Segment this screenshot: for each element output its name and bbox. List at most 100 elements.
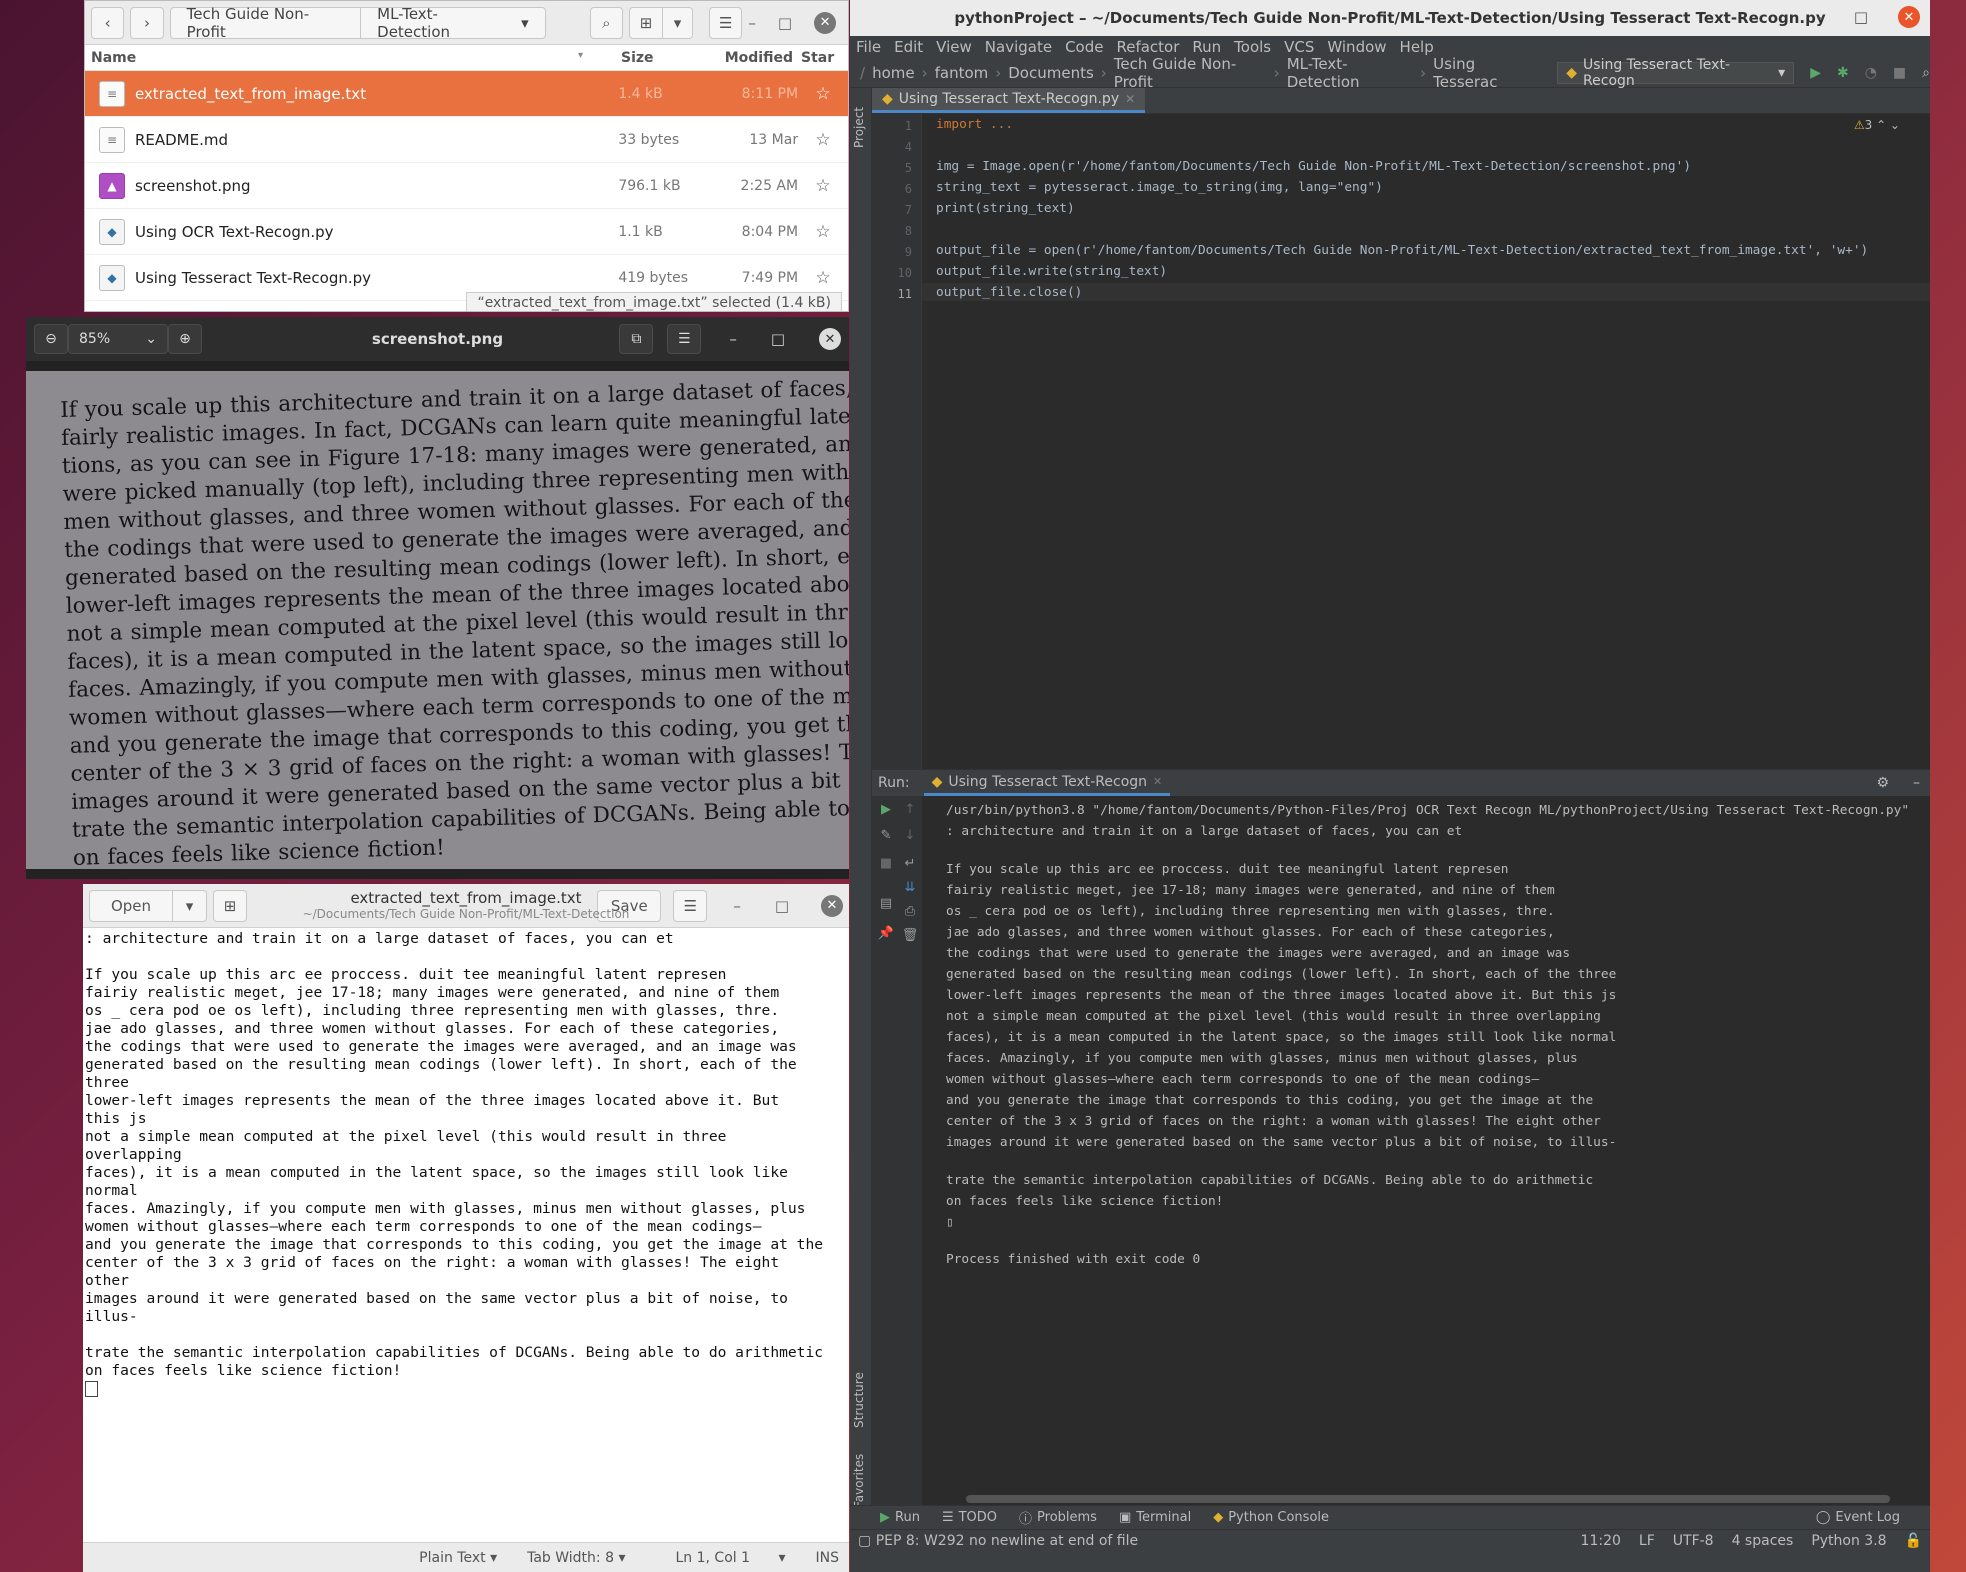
star-icon[interactable]: ☆ [798,130,848,150]
coverage-icon[interactable]: ◔ [1865,65,1877,81]
column-modified[interactable]: Modified [708,50,793,66]
run-icon[interactable]: ▶ [1810,65,1821,81]
rerun-icon[interactable]: ▶ [876,802,896,817]
event-log-tab[interactable]: ◯ Event Log [1816,1510,1900,1525]
syntax-select[interactable]: Plain Text ▾ [419,1550,497,1566]
nav-crumb[interactable]: Documents [1003,64,1099,82]
menu-vcs[interactable]: VCS [1284,38,1314,56]
close-icon[interactable]: ✕ [814,11,837,34]
new-tab-button[interactable]: ⊞ [213,889,247,922]
stop-icon[interactable]: ■ [1893,65,1906,81]
project-tool-tab[interactable]: Project [852,107,866,148]
console-output[interactable]: /usr/bin/python3.8 "/home/fantom/Documen… [946,800,1909,1270]
file-row[interactable]: ▲ screenshot.png 796.1 kB 2:25 AM ☆ [85,163,848,209]
run-tab[interactable]: ◆ Using Tesseract Text-Recogn ✕ [923,770,1171,796]
menu-help[interactable]: Help [1400,38,1434,56]
indent-setting[interactable]: 4 spaces [1732,1533,1794,1549]
breadcrumb-item[interactable]: Tech Guide Non-Profit [169,5,362,41]
nav-crumb[interactable]: home [867,64,920,82]
inspection-widget[interactable]: ⚠3 ⌃ ⌄ [1854,118,1900,132]
menu-button[interactable]: ☰ [709,6,743,39]
slideshow-button[interactable]: ⧉ [619,324,654,354]
tool-tab-todo[interactable]: ☰ TODO [942,1510,997,1525]
maximize-icon[interactable]: □ [775,897,789,915]
menu-edit[interactable]: Edit [894,38,923,56]
breadcrumb-item-current[interactable]: ML-Text-Detection ▾ [361,5,546,41]
menu-navigate[interactable]: Navigate [985,38,1052,56]
column-size[interactable]: Size [613,50,708,66]
down-arrow-icon[interactable]: ↓ [900,828,920,843]
save-button[interactable]: Save [597,889,662,922]
close-icon[interactable]: ✕ [819,328,841,350]
maximize-icon[interactable]: □ [1854,8,1868,26]
search-button[interactable]: ⌕ [589,6,624,39]
interpreter[interactable]: Python 3.8 [1811,1533,1886,1549]
close-icon[interactable]: ✕ [1153,775,1162,788]
column-name[interactable]: Name ▾ [85,50,613,66]
line-separator[interactable]: LF [1639,1533,1655,1549]
close-icon[interactable]: ✕ [821,894,843,917]
debug-icon[interactable]: ✱ [1837,65,1849,81]
star-icon[interactable]: ☆ [798,84,848,104]
tool-tab-terminal[interactable]: ▣ Terminal [1119,1510,1191,1525]
editor-menu-button[interactable]: ☰ [673,889,708,922]
tool-tab-run[interactable]: ▶ Run [880,1510,920,1525]
star-icon[interactable]: ☆ [798,222,848,242]
code-editor[interactable]: ⚠3 ⌃ ⌄ 1 4 5 6 7 8 9 10 11 import ... im… [872,114,1930,769]
column-star[interactable]: Star [793,50,843,66]
minimize-icon[interactable]: – [748,14,756,32]
menu-code[interactable]: Code [1065,38,1103,56]
open-button[interactable]: Open [89,889,173,922]
menu-view[interactable]: View [936,38,972,56]
trash-icon[interactable]: 🗑 [900,928,920,943]
favorites-tool-tab[interactable]: Favorites [852,1454,866,1508]
menu-run[interactable]: Run [1192,38,1221,56]
maximize-icon[interactable]: □ [771,330,785,348]
maximize-icon[interactable]: □ [778,14,792,32]
tab-tesseract-file[interactable]: ◆ Using Tesseract Text-Recogn.py ✕ [872,88,1146,113]
caret-position[interactable]: 11:20 [1581,1533,1621,1549]
minimize-icon[interactable]: – [733,897,741,915]
minimize-icon[interactable]: – [729,330,737,348]
soft-wrap-icon[interactable]: ↵ [900,856,920,871]
minimize-icon[interactable]: – [1816,8,1824,26]
stop-icon[interactable]: ■ [876,856,896,871]
back-button[interactable]: ‹ [91,6,125,39]
up-arrow-icon[interactable]: ↑ [900,802,920,817]
zoom-out-button[interactable]: ⊖ [34,324,68,354]
hide-icon[interactable]: – [1913,775,1920,791]
print-icon[interactable]: ⎙ [900,904,920,919]
horizontal-scrollbar[interactable] [966,1495,1890,1503]
menu-window[interactable]: Window [1327,38,1386,56]
insert-mode[interactable]: INS [816,1550,840,1566]
scroll-to-end-icon[interactable]: ⇊ [900,880,920,895]
nav-crumb[interactable]: ML-Text-Detection [1282,55,1418,91]
zoom-in-button[interactable]: ⊕ [168,324,202,354]
pin-icon[interactable]: 📌 [876,926,896,941]
forward-button[interactable]: › [130,6,164,39]
zoom-level-select[interactable]: 85% ⌄ [68,324,168,354]
tab-width-select[interactable]: Tab Width: 8 ▾ [527,1550,625,1566]
gear-icon[interactable]: ⚙ [1876,775,1889,791]
menu-tools[interactable]: Tools [1234,38,1271,56]
menu-refactor[interactable]: Refactor [1116,38,1179,56]
star-icon[interactable]: ☆ [798,268,848,288]
tool-tab-problems[interactable]: ⓘ Problems [1019,1508,1097,1527]
status-message[interactable]: ▢ PEP 8: W292 no newline at end of file [858,1533,1138,1549]
view-options-button[interactable]: ▾ [663,6,694,39]
layout-icon[interactable]: ▤ [876,896,896,911]
close-icon[interactable]: ✕ [1125,92,1135,106]
run-configuration-select[interactable]: ◆ Using Tesseract Text-Recogn ▾ [1557,57,1795,89]
nav-crumb[interactable]: fantom [930,64,994,82]
file-row[interactable]: ≡ README.md 33 bytes 13 Mar ☆ [85,117,848,163]
viewer-menu-button[interactable]: ☰ [667,324,702,354]
star-icon[interactable]: ☆ [798,176,848,196]
open-recent-button[interactable]: ▾ [173,889,207,922]
search-icon[interactable]: ⌕ [1922,65,1930,81]
nav-crumb-file[interactable]: Using Tesserac [1428,55,1543,91]
editor-text-area[interactable]: : architecture and train it on a large d… [85,930,845,1398]
file-row[interactable]: ◆ Using OCR Text-Recogn.py 1.1 kB 8:04 P… [85,209,848,255]
structure-tool-tab[interactable]: Structure [852,1372,866,1428]
cursor-position-select[interactable]: Ln 1, Col 1 ▾ [675,1550,785,1566]
grid-view-button[interactable]: ⊞ [629,6,664,39]
